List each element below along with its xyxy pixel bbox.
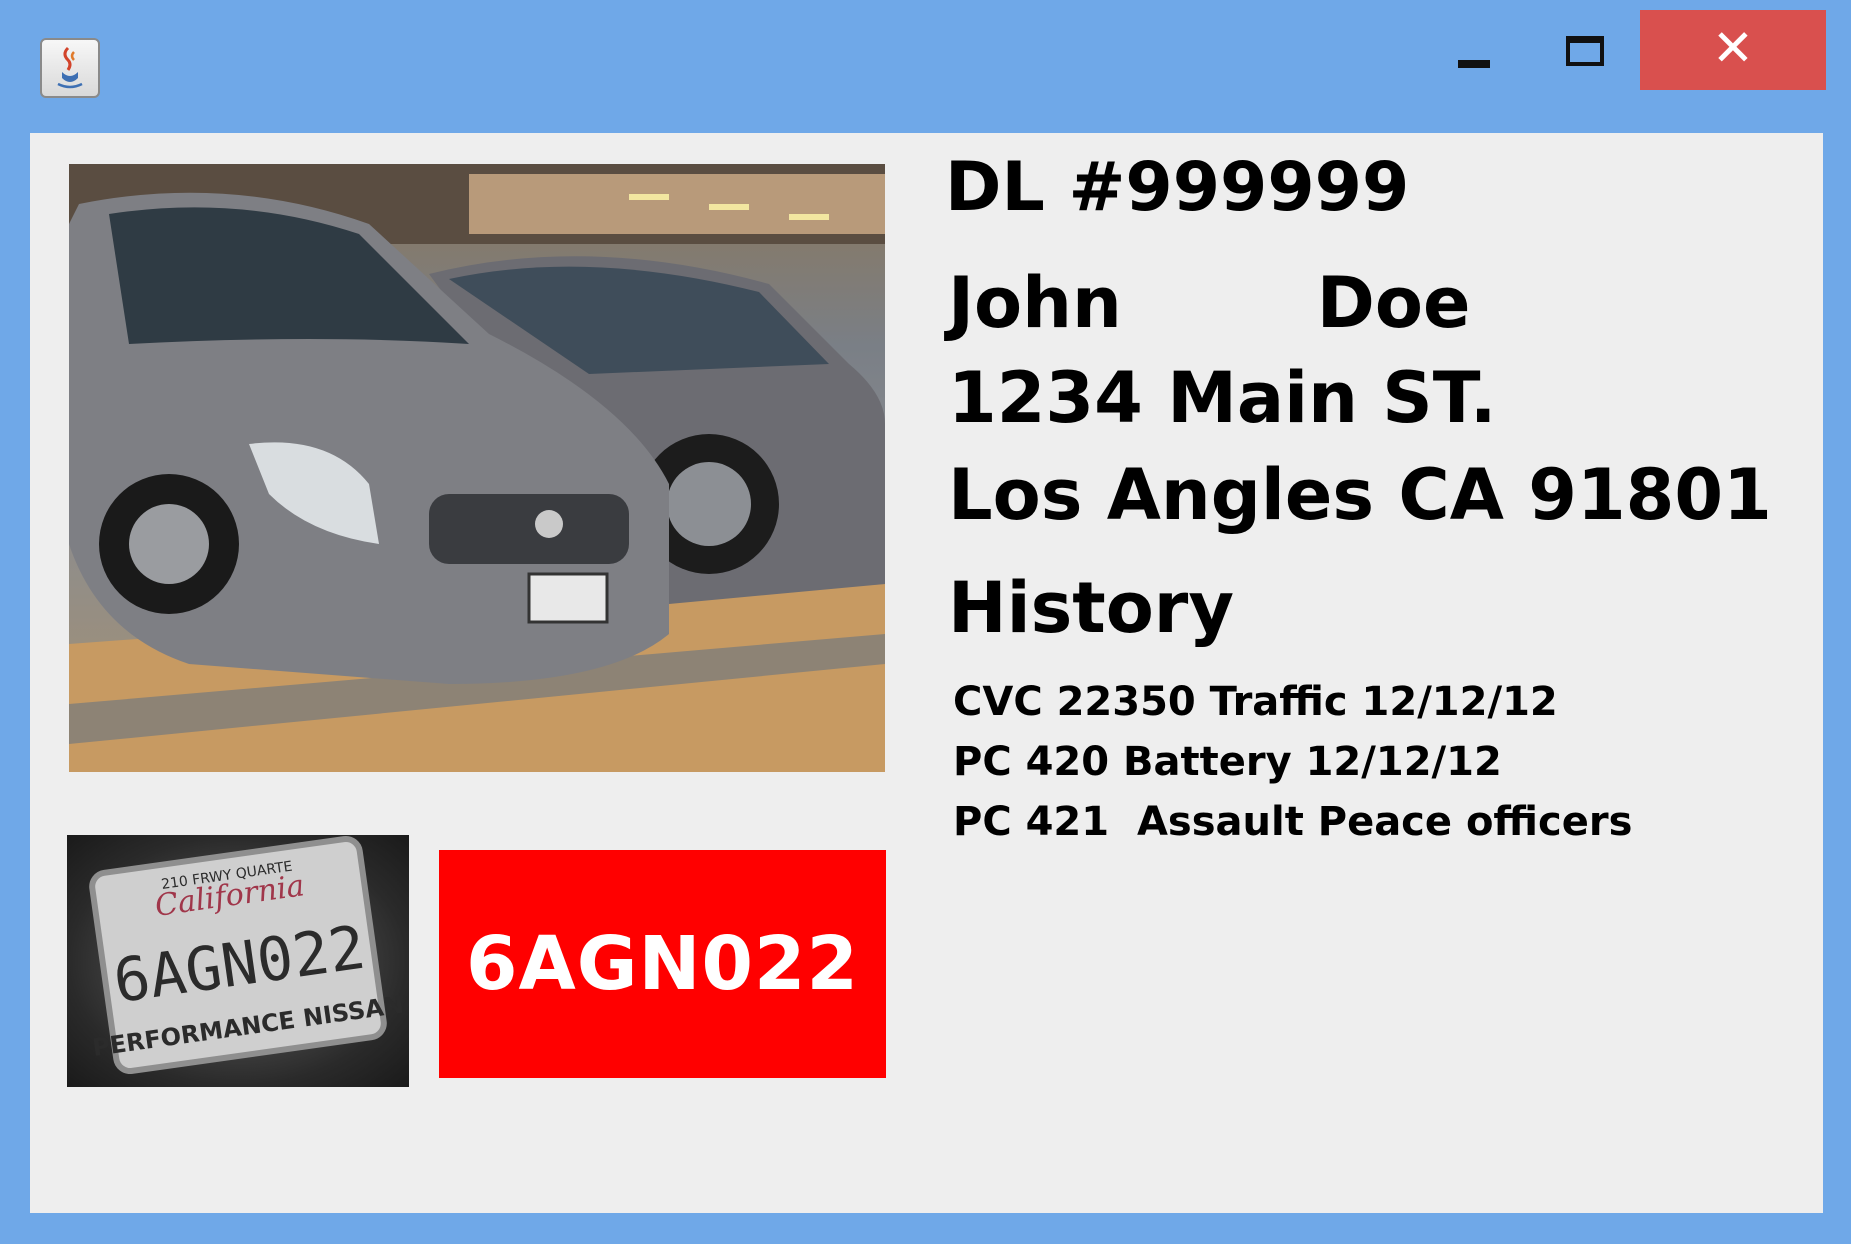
title-bar: ✕ bbox=[0, 0, 1851, 130]
history-heading: History bbox=[948, 567, 1234, 649]
person-name: John Doe bbox=[948, 262, 1471, 344]
car-photo bbox=[69, 164, 885, 772]
minimize-icon bbox=[1458, 60, 1490, 68]
address-line1: 1234 Main ST. bbox=[948, 357, 1497, 439]
history-item: CVC 22350 Traffic 12/12/12 bbox=[953, 679, 1558, 725]
close-button[interactable]: ✕ bbox=[1640, 10, 1826, 90]
java-cup-icon[interactable] bbox=[40, 38, 100, 98]
plate-number-box: 6AGN022 bbox=[439, 850, 886, 1078]
dl-number: DL #999999 bbox=[945, 148, 1410, 227]
plate-closeup-photo: 6AGN022 PERFORMANCE NISSAN California 21… bbox=[67, 835, 409, 1087]
plate-number: 6AGN022 bbox=[466, 921, 859, 1007]
maximize-icon bbox=[1566, 36, 1604, 66]
minimize-button[interactable] bbox=[1418, 10, 1530, 90]
close-icon: ✕ bbox=[1712, 19, 1754, 77]
history-item: PC 421 Assault Peace officers bbox=[953, 799, 1633, 845]
history-item: PC 420 Battery 12/12/12 bbox=[953, 739, 1502, 785]
address-line2: Los Angles CA 91801 bbox=[948, 454, 1772, 536]
maximize-button[interactable] bbox=[1530, 10, 1642, 90]
